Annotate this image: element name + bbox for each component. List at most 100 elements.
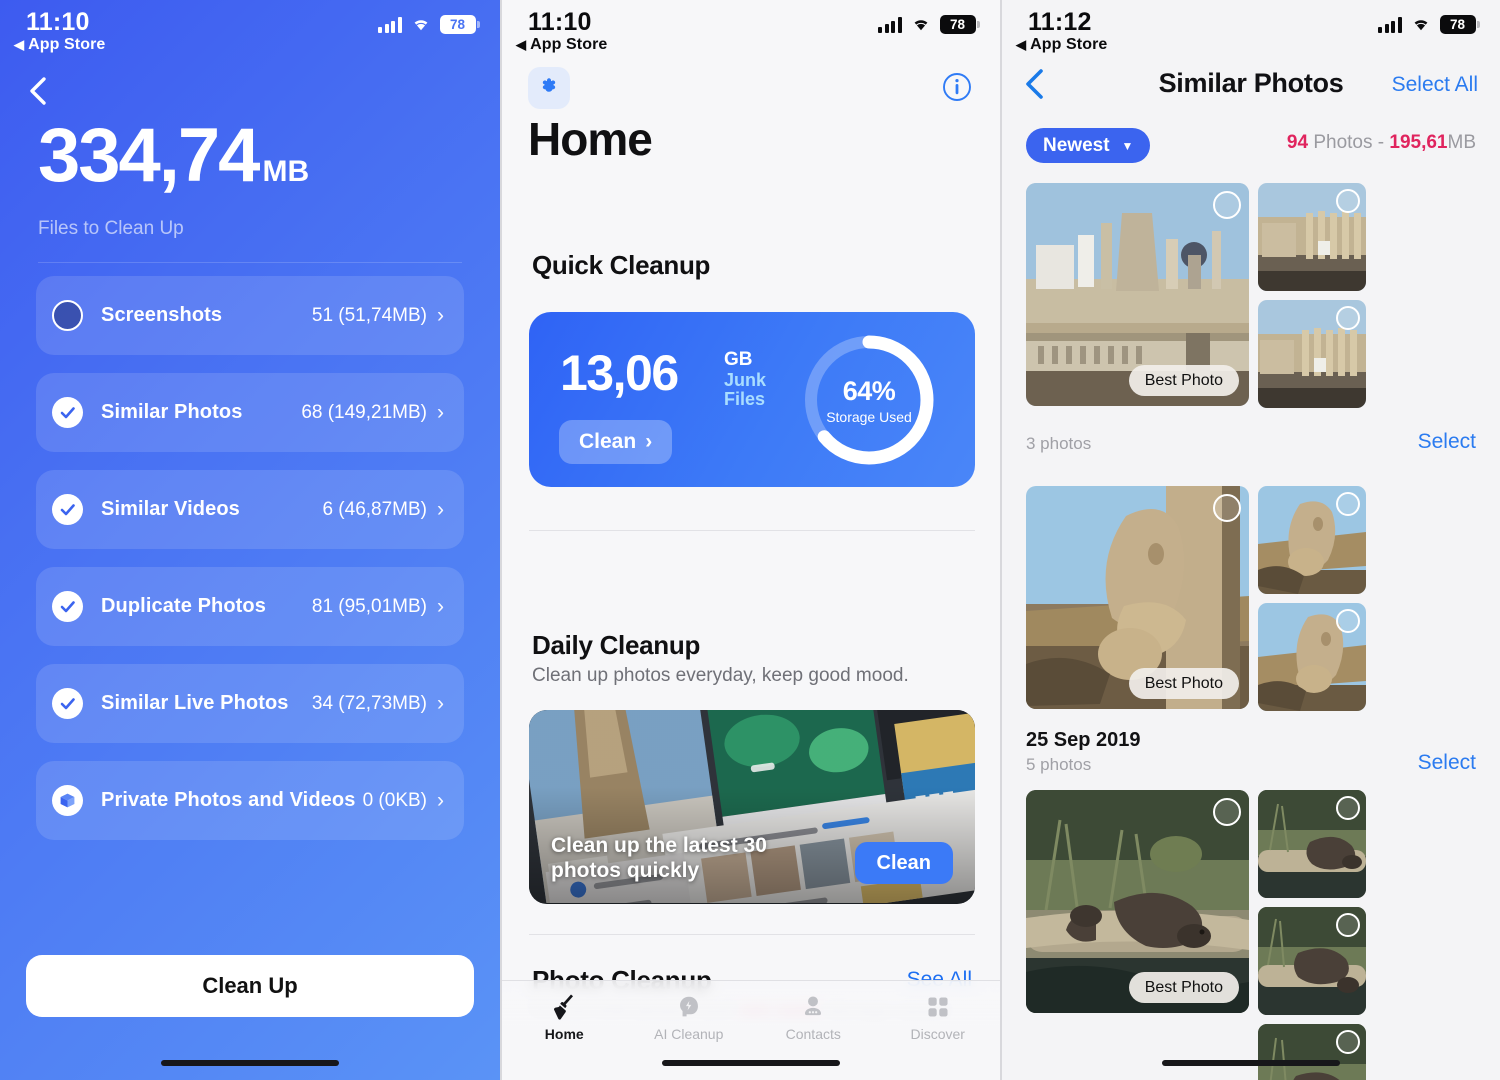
panel-clean-up-summary: 11:10 ◀ App Store 78 334,74 MB Files to … bbox=[0, 0, 500, 1080]
total-size-display: 334,74 MB bbox=[38, 118, 309, 194]
tab-ai-cleanup[interactable]: AI Cleanup bbox=[627, 981, 752, 1053]
category-value: 68 (149,21MB) bbox=[301, 401, 427, 423]
photo-select-circle[interactable] bbox=[1213, 494, 1241, 522]
category-row-similar-live-photos[interactable]: Similar Live Photos 34 (72,73MB) › bbox=[36, 664, 464, 743]
wifi-icon bbox=[1411, 17, 1431, 32]
divider bbox=[529, 530, 975, 531]
photo-thumbnail[interactable] bbox=[1258, 486, 1366, 594]
banner-caption: Clean up the latest 30 photos quickly bbox=[551, 834, 767, 883]
count-size: 195,61 bbox=[1389, 132, 1448, 153]
photo-thumbnail[interactable] bbox=[1258, 790, 1366, 898]
battery-tip bbox=[477, 21, 480, 28]
home-indicator[interactable] bbox=[1162, 1060, 1340, 1066]
photo-thumbnail[interactable] bbox=[1258, 300, 1366, 408]
hero-photo[interactable]: Best Photo bbox=[1026, 790, 1249, 1013]
category-value: 34 (72,73MB) bbox=[311, 692, 427, 714]
status-bar: 11:10 ◀ App Store 78 bbox=[502, 0, 1000, 62]
storage-used-ring: 64% Storage Used bbox=[801, 332, 937, 468]
divider bbox=[529, 934, 975, 935]
photo-group-3: Best Photo bbox=[1026, 790, 1476, 1080]
gear-icon[interactable] bbox=[528, 67, 570, 109]
photo-select-circle[interactable] bbox=[1213, 798, 1241, 826]
thumbnail-list bbox=[1258, 790, 1476, 1080]
clean-button[interactable]: Clean › bbox=[559, 420, 673, 464]
chevron-right-icon[interactable]: › bbox=[437, 304, 444, 328]
tab-contacts[interactable]: Contacts bbox=[751, 981, 876, 1053]
home-content: Home Quick Cleanup 13,06 GB Junk Files C… bbox=[502, 62, 1000, 1080]
back-triangle-icon: ◀ bbox=[14, 37, 25, 52]
quick-cleanup-card[interactable]: 13,06 GB Junk Files Clean › 64% Storage … bbox=[529, 312, 975, 487]
wifi-icon bbox=[411, 17, 431, 32]
back-button[interactable] bbox=[22, 74, 56, 108]
category-meta: 51 (51,74MB) › bbox=[312, 304, 444, 328]
chevron-right-icon[interactable]: › bbox=[437, 595, 444, 619]
hero-photo[interactable]: Best Photo bbox=[1026, 486, 1249, 709]
junk-unit: GB bbox=[724, 349, 753, 370]
category-row-screenshots[interactable]: Screenshots 51 (51,74MB) › bbox=[36, 276, 464, 355]
check-circle-icon[interactable] bbox=[52, 688, 83, 719]
home-indicator[interactable] bbox=[662, 1060, 840, 1066]
check-circle-icon[interactable] bbox=[52, 494, 83, 525]
junk-amount-unit-block: GB Junk Files bbox=[724, 349, 766, 409]
photo-thumbnail[interactable] bbox=[1258, 907, 1366, 1015]
hero-photo[interactable]: Best Photo bbox=[1026, 183, 1249, 406]
banner-clean-button[interactable]: Clean bbox=[854, 842, 953, 884]
status-back-to-app[interactable]: ◀ App Store bbox=[516, 36, 607, 54]
status-back-to-app[interactable]: ◀ App Store bbox=[14, 36, 105, 54]
category-row-duplicate-photos[interactable]: Duplicate Photos 81 (95,01MB) › bbox=[36, 567, 464, 646]
battery-icon: 78 bbox=[939, 15, 980, 34]
check-circle-icon[interactable] bbox=[52, 397, 83, 428]
photo-thumbnail[interactable] bbox=[1258, 1024, 1366, 1080]
status-indicators: 78 bbox=[378, 15, 480, 34]
tab-discover[interactable]: Discover bbox=[876, 981, 1001, 1053]
select-all-button[interactable]: Select All bbox=[1392, 73, 1478, 97]
photo-thumbnail[interactable] bbox=[1258, 183, 1366, 291]
photo-select-circle[interactable] bbox=[1336, 306, 1360, 330]
cube-box-icon[interactable] bbox=[52, 785, 83, 816]
tab-home[interactable]: Home bbox=[502, 981, 627, 1053]
thumbnail-list bbox=[1258, 486, 1476, 711]
clean-button-label: Clean bbox=[579, 430, 637, 453]
info-circle-icon[interactable] bbox=[942, 72, 972, 102]
group-select-button[interactable]: Select bbox=[1418, 751, 1476, 775]
category-row-private-photos-videos[interactable]: Private Photos and Videos 0 (0KB) › bbox=[36, 761, 464, 840]
cellular-signal-icon bbox=[1378, 16, 1402, 33]
daily-cleanup-banner[interactable]: Clean up the latest 30 photos quickly Cl… bbox=[529, 710, 975, 904]
chevron-right-icon[interactable]: › bbox=[437, 789, 444, 813]
tab-label: AI Cleanup bbox=[654, 1025, 724, 1042]
photo-select-circle[interactable] bbox=[1336, 609, 1360, 633]
photo-select-circle[interactable] bbox=[1213, 191, 1241, 219]
group-select-button[interactable]: Select bbox=[1418, 430, 1476, 454]
status-back-to-app[interactable]: ◀ App Store bbox=[1016, 36, 1107, 54]
category-row-similar-videos[interactable]: Similar Videos 6 (46,87MB) › bbox=[36, 470, 464, 549]
chevron-right-icon[interactable]: › bbox=[437, 401, 444, 425]
sort-dropdown[interactable]: Newest ▼ bbox=[1026, 128, 1151, 163]
photo-select-circle[interactable] bbox=[1336, 189, 1360, 213]
count-number: 94 bbox=[1286, 132, 1309, 153]
category-meta: 68 (149,21MB) › bbox=[301, 401, 444, 425]
group-photo-count: 5 photos bbox=[1026, 755, 1092, 774]
battery-level: 78 bbox=[939, 15, 976, 34]
clean-up-button[interactable]: Clean Up bbox=[26, 955, 474, 1017]
category-value: 51 (51,74MB) bbox=[311, 304, 427, 326]
photo-select-circle[interactable] bbox=[1336, 1030, 1360, 1054]
check-circle-icon[interactable] bbox=[52, 591, 83, 622]
photo-thumbnail[interactable] bbox=[1258, 603, 1366, 711]
photo-select-circle[interactable] bbox=[1336, 492, 1360, 516]
tab-label: Discover bbox=[910, 1025, 965, 1042]
photo-select-circle[interactable] bbox=[1336, 796, 1360, 820]
status-indicators: 78 bbox=[878, 15, 980, 34]
status-indicators: 78 bbox=[1378, 15, 1480, 34]
photo-select-circle[interactable] bbox=[1336, 913, 1360, 937]
empty-circle-icon[interactable] bbox=[52, 300, 83, 331]
battery-icon: 78 bbox=[439, 15, 480, 34]
total-size-caption: Files to Clean Up bbox=[38, 218, 184, 239]
home-indicator[interactable] bbox=[161, 1060, 339, 1066]
chevron-right-icon[interactable]: › bbox=[437, 692, 444, 716]
chevron-right-icon[interactable]: › bbox=[437, 498, 444, 522]
thumbnail-list bbox=[1258, 183, 1476, 408]
category-row-similar-photos[interactable]: Similar Photos 68 (149,21MB) › bbox=[36, 373, 464, 452]
category-meta: 81 (95,01MB) › bbox=[312, 595, 444, 619]
status-bar: 11:10 ◀ App Store 78 bbox=[0, 0, 500, 62]
wifi-icon bbox=[911, 17, 931, 32]
